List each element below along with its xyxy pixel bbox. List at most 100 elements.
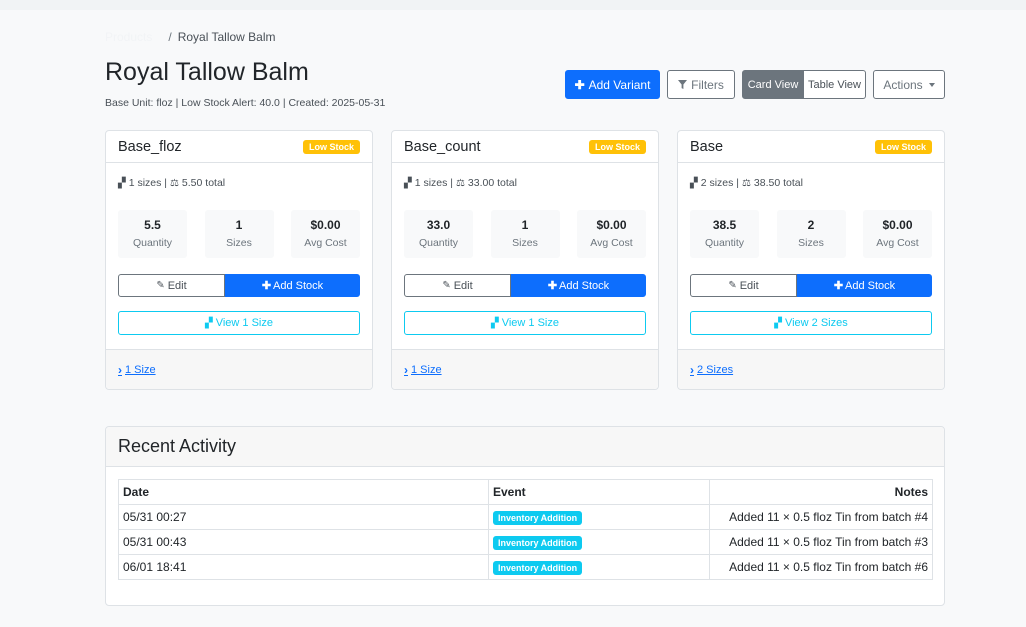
stat-label: Sizes [512,237,538,249]
edit-button[interactable]: ✎ Edit [690,274,797,297]
table-view-button[interactable]: Table View [804,70,866,99]
stat-value: 5.5 [144,218,161,232]
cell-event: Inventory Addition [488,504,710,530]
column-header-notes: Notes [709,479,933,505]
stat-value: 1 [235,218,243,232]
add-stock-button[interactable]: ✚ Add Stock [797,274,932,297]
variant-title: Base_floz [118,138,182,155]
edit-label: Edit [167,279,187,292]
stat-label: Sizes [798,237,824,249]
scale-icon: ⚖ [455,177,465,189]
filters-button[interactable]: Filters [667,70,735,99]
stat-value: $0.00 [310,218,341,232]
boxes-icon: ▞ [774,317,782,329]
plus-icon: ✚ [547,280,558,292]
low-stock-badge: Low Stock [302,139,360,154]
stat-label: Quantity [418,237,459,249]
add-variant-button[interactable]: ✚ Add Variant [565,70,660,99]
stat-avg-cost: $0.00 Avg Cost [863,210,932,258]
card-header: Base Low Stock [678,131,944,163]
edit-icon: ✎ [728,280,737,291]
event-badge: Inventory Addition [493,561,583,575]
add-stock-label: Add Stock [845,279,896,292]
table-header-row: Date Event Notes [118,479,933,505]
cell-date: 05/31 00:27 [118,504,489,530]
variant-summary: ▞ 2 sizes | ⚖ 38.50 total [690,177,803,189]
variant-card: Base_floz Low Stock ▞ 1 sizes | ⚖ 5.50 tot… [105,130,373,390]
add-stock-button[interactable]: ✚ Add Stock [225,274,360,297]
stat-quantity: 33.0 Quantity [404,210,473,258]
scale-icon: ⚖ [741,177,751,189]
sizes-toggle-link[interactable]: › 1 Size [404,363,442,377]
plus-icon: ✚ [833,280,844,292]
caret-down-icon [928,82,935,87]
sizes-toggle-link[interactable]: › 2 Sizes [690,363,733,377]
actions-label: Actions [883,77,923,92]
filter-icon [678,78,688,92]
view-sizes-button[interactable]: ▞ View 1 Size [404,311,646,335]
cell-event: Inventory Addition [488,554,710,580]
stat-sizes: 1 Sizes [490,210,560,258]
stat-quantity: 38.5 Quantity [690,210,759,258]
event-badge: Inventory Addition [493,511,583,525]
sizes-toggle-link[interactable]: › 1 Size [118,363,156,377]
sizes-toggle-label: 1 Size [125,363,156,376]
sizes-count: 2 sizes [700,177,734,189]
variant-stats: 33.0 Quantity 1 Sizes $0.00 Avg Cost [404,210,646,258]
sizes-toggle-label: 1 Size [411,363,442,376]
add-variant-label: Add Variant [588,77,651,92]
total-amount: 33.00 total [467,177,517,189]
sizes-count: 1 sizes [414,177,448,189]
recent-activity-panel: Recent Activity Date Event Notes 05/31 0… [105,426,945,606]
boxes-icon: ▞ [690,177,698,189]
edit-label: Edit [739,279,759,292]
card-actions: ✎ Edit ✚ Add Stock [118,274,360,297]
stat-avg-cost: $0.00 Avg Cost [577,210,646,258]
stat-label: Avg Cost [590,237,633,249]
edit-button[interactable]: ✎ Edit [404,274,511,297]
product-meta: Base Unit: floz | Low Stock Alert: 40.0 … [105,97,386,109]
cell-event: Inventory Addition [488,529,710,555]
stat-avg-cost: $0.00 Avg Cost [291,210,360,258]
column-header-event: Event [488,479,710,505]
stat-label: Avg Cost [876,237,919,249]
stat-label: Quantity [704,237,745,249]
view-sizes-label: View 1 Size [215,317,273,329]
variant-summary: ▞ 1 sizes | ⚖ 33.00 total [404,177,517,189]
card-actions: ✎ Edit ✚ Add Stock [404,274,646,297]
cell-notes: Added 11 × 0.5 floz Tin from batch #3 [709,529,933,555]
table-row: 05/31 00:27 Inventory Addition Added 11 … [118,504,933,530]
activity-title: Recent Activity [118,436,237,456]
variant-stats: 5.5 Quantity 1 Sizes $0.00 Avg Cost [118,210,360,258]
variant-summary: ▞ 1 sizes | ⚖ 5.50 total [118,177,226,189]
boxes-icon: ▞ [205,317,213,329]
breadcrumb-products-link[interactable]: Products [105,30,152,44]
top-strip [0,0,1026,10]
edit-label: Edit [453,279,473,292]
stat-value: $0.00 [596,218,627,232]
stat-value: $0.00 [882,218,913,232]
card-footer: › 1 Size [392,349,658,389]
add-stock-label: Add Stock [273,279,324,292]
card-header: Base_floz Low Stock [106,131,372,163]
add-stock-button[interactable]: ✚ Add Stock [511,274,646,297]
total-amount: 38.50 total [753,177,803,189]
boxes-icon: ▞ [491,317,499,329]
stat-sizes: 2 Sizes [776,210,846,258]
breadcrumb: Products / Royal Tallow Balm [105,30,276,44]
variant-title: Base [690,138,724,155]
view-sizes-button[interactable]: ▞ View 2 Sizes [690,311,932,335]
variant-card: Base_count Low Stock ▞ 1 sizes | ⚖ 33.00 t… [391,130,659,390]
view-sizes-button[interactable]: ▞ View 1 Size [118,311,360,335]
actions-dropdown[interactable]: Actions [873,70,945,99]
cell-date: 05/31 00:43 [118,529,489,555]
boxes-icon: ▞ [118,177,126,189]
chevron-right-icon: › [118,362,122,377]
plus-icon: ✚ [261,280,272,292]
table-row: 06/01 18:41 Inventory Addition Added 11 … [118,554,933,580]
card-view-button[interactable]: Card View [742,70,804,99]
edit-button[interactable]: ✎ Edit [118,274,225,297]
boxes-icon: ▞ [404,177,412,189]
view-sizes-label: View 2 Sizes [784,317,848,329]
card-actions: ✎ Edit ✚ Add Stock [690,274,932,297]
